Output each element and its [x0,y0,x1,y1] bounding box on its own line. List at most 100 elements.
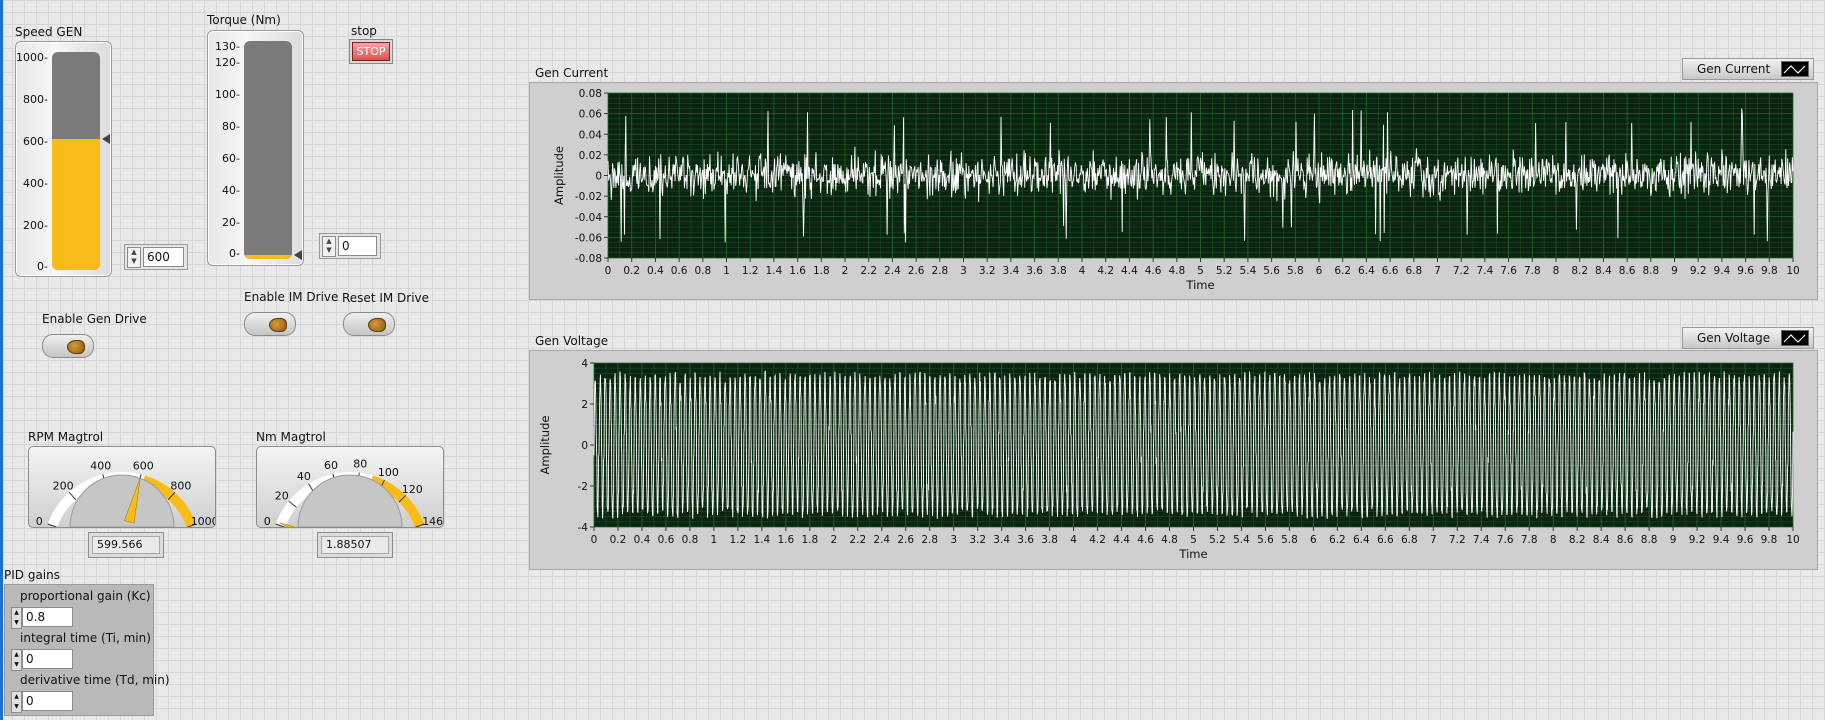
torque-tick-label: 120- [215,56,240,69]
nm-readout-value: 1.88507 [321,536,389,554]
x-tick-label: 2.8 [921,534,938,546]
nm_gauge-tick-label: 60 [324,459,338,472]
torque-slider[interactable]: 130- 120- 100- 80- 60- 40- 20- 0- [207,30,304,266]
speed-slider-track[interactable] [52,52,100,270]
x-tick-label: 4.6 [1145,265,1162,277]
nm_gauge-tick-label: 0 [264,515,271,527]
torque-tick-label: 0- [229,247,240,260]
x-tick-label: 5 [1197,265,1204,277]
speed-gen-slider[interactable]: 1000- 800- 600- 400- 200- 0- [15,41,112,277]
x-axis-label: Time [1178,547,1207,561]
x-tick-label: 8.2 [1571,265,1588,277]
rpm_gauge-tick-label: 600 [133,460,154,473]
torque-tick-label: 80- [222,120,240,133]
enable-im-drive-toggle[interactable] [244,312,296,336]
speed-gen-label: Speed GEN [15,25,83,39]
nm_gauge-tick-label: 120 [402,483,423,496]
speed-slider-thumb[interactable] [102,134,110,145]
x-tick-label: 4.6 [1137,534,1154,546]
rpm_gauge-tick-label: 400 [90,460,111,473]
x-tick-label: 8.2 [1569,534,1586,546]
y-tick-label: 0.02 [579,150,602,162]
nm_gauge-tick-label: 20 [275,489,289,502]
gen-voltage-chart-title: Gen Voltage [535,334,609,348]
x-tick-label: 0.6 [671,265,688,277]
x-tick-label: 7.2 [1449,534,1466,546]
x-tick-label: 6.4 [1358,265,1375,277]
x-tick-label: 9.4 [1713,534,1730,546]
reset-im-drive-toggle[interactable] [343,312,395,336]
x-tick-label: 2 [842,265,849,277]
x-tick-label: 7.2 [1453,265,1470,277]
gen-current-legend-label: Gen Current [1697,62,1771,76]
x-tick-label: 4.8 [1161,534,1178,546]
stop-button[interactable]: STOP [352,42,390,61]
torque-spin-buttons[interactable]: ▲ ▼ [322,236,336,257]
torque-tick-label: 100- [215,88,240,101]
gen-voltage-legend[interactable]: Gen Voltage [1682,327,1814,349]
x-tick-label: 5.2 [1216,265,1233,277]
x-tick-label: 2.2 [860,265,877,277]
gen-current-legend[interactable]: Gen Current [1682,58,1814,80]
x-tick-label: 4 [1079,265,1086,277]
td-spin-buttons[interactable]: ▲ ▼ [11,691,22,713]
x-tick-label: 7.4 [1477,265,1494,277]
x-tick-label: 6.8 [1405,265,1422,277]
x-tick-label: 3 [950,534,957,546]
speed-value[interactable]: 600 [143,247,184,267]
nm_gauge-tick-label: 146 [422,515,443,527]
x-tick-label: 0 [605,265,612,277]
x-tick-label: 1 [711,534,718,546]
x-tick-label: 0.2 [623,265,640,277]
y-tick-label: -0.08 [575,253,602,265]
x-tick-label: 6.2 [1329,534,1346,546]
speed-spin-buttons[interactable]: ▲ ▼ [127,247,141,268]
gen-current-plot[interactable]: 0.080.060.040.020-0.02-0.04-0.06-0.080 0.… [530,83,1817,299]
y-tick-label: 0.06 [579,109,603,121]
x-tick-label: 6.2 [1334,265,1351,277]
x-tick-label: 0.2 [610,534,627,546]
x-tick-label: 9.2 [1690,265,1707,277]
ti-value[interactable]: 0 [22,649,73,669]
ti-spin-buttons[interactable]: ▲ ▼ [11,649,22,671]
nm-gauge-dial: 0 20 40 60 80 100120 146 [264,458,443,545]
x-tick-label: 3.8 [1041,534,1058,546]
torque-value[interactable]: 0 [338,236,377,256]
torque-slider-track[interactable] [244,41,292,259]
y-tick-label: -0.06 [575,232,602,244]
x-tick-label: 6.6 [1377,534,1394,546]
kc-label: proportional gain (Kc) [20,589,151,603]
x-tick-label: 4.4 [1121,265,1138,277]
td-value[interactable]: 0 [22,691,73,711]
speed-slider-fill [52,139,100,270]
rpm-readout-value: 599.566 [92,536,160,554]
x-tick-label: 7.8 [1524,265,1541,277]
x-tick-label: 4.2 [1097,265,1114,277]
x-tick-label: 9.6 [1737,534,1754,546]
torque-tick-label: 60- [222,152,240,165]
kc-value[interactable]: 0.8 [22,607,73,627]
torque-label: Torque (Nm) [207,13,281,27]
gen-voltage-legend-label: Gen Voltage [1697,331,1771,345]
rpm-gauge-dial: 0 200 400 600 800 1000 [36,460,219,528]
enable-im-drive-label: Enable IM Drive [244,290,339,304]
torque-numeric-control[interactable]: ▲ ▼ 0 [319,233,381,259]
x-tick-label: 5.8 [1287,265,1304,277]
td-label: derivative time (Td, min) [20,673,170,687]
kc-spin-buttons[interactable]: ▲ ▼ [11,607,22,629]
x-tick-label: 9.8 [1761,265,1778,277]
torque-slider-thumb[interactable] [294,250,302,260]
x-tick-label: 7.8 [1521,534,1538,546]
x-tick-label: 7.4 [1473,534,1490,546]
enable-gen-drive-toggle[interactable] [42,334,94,358]
x-tick-label: 8 [1553,265,1560,277]
x-tick-label: 6.6 [1382,265,1399,277]
y-tick-label: 0 [581,440,588,452]
stop-label: stop [351,24,377,38]
x-tick-label: 7.6 [1497,534,1514,546]
x-tick-label: 0.6 [658,534,675,546]
nm_gauge-tick-label: 40 [297,470,311,483]
speed-numeric-control[interactable]: ▲ ▼ 600 [124,244,188,270]
gen-voltage-plot[interactable]: 420-2-40 0.2 0.4 0.6 0.8 1 1.2 1.4 1.6 1.8 2 2.2 2.4… [530,351,1817,569]
x-tick-label: 3.6 [1017,534,1034,546]
